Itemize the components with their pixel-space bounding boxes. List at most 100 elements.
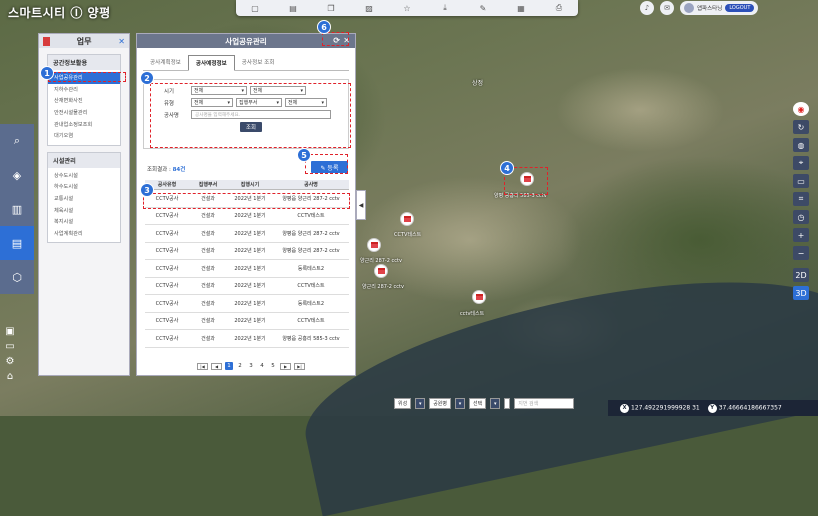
page-3[interactable]: 3 — [247, 362, 255, 370]
prev-page-button[interactable]: ◀ — [211, 362, 222, 370]
highlight-refresh-button — [322, 32, 349, 46]
chat-icon[interactable]: ✉ — [660, 1, 674, 15]
first-page-button[interactable]: |◀ — [197, 362, 208, 370]
layer-select[interactable]: 공원병 — [429, 398, 452, 409]
tab-schedule-info[interactable]: 공사예정정보 — [187, 55, 235, 71]
last-page-button[interactable]: ▶| — [294, 362, 305, 370]
menu-item[interactable]: 관내업소정보조회 — [48, 118, 120, 130]
edit-icon[interactable]: ✎ — [473, 4, 493, 13]
menu-item[interactable]: 체육시설 — [48, 204, 120, 216]
left-nav: ⌕ ◈ ▥ ▤ ⬡ — [0, 124, 34, 294]
map-type-select[interactable]: 위성 — [394, 398, 412, 409]
user-menu[interactable]: 앱파스타닝 LOGOUT — [680, 1, 759, 15]
map-type-toggle[interactable]: ▾ — [415, 398, 426, 409]
column-header[interactable]: 집행시기 — [227, 181, 273, 188]
section-title: 시설관리 — [48, 152, 120, 168]
bell-icon[interactable]: ♪ — [640, 1, 654, 15]
table-row[interactable]: CCTV공사 건설과 2022년 1분기 CCTV테스트 — [145, 208, 349, 225]
menu-item[interactable]: 복지시설 — [48, 216, 120, 228]
page-5[interactable]: 5 — [269, 362, 277, 370]
highlight-search-filters — [150, 83, 351, 148]
measure-icon[interactable]: ⌖ — [793, 156, 809, 170]
menu-item[interactable]: 사업계획관리 — [48, 228, 120, 240]
page-2[interactable]: 2 — [236, 362, 244, 370]
calendar-icon[interactable] — [367, 238, 381, 252]
tab-query[interactable]: 공사정보 조회 — [235, 55, 282, 70]
copy-icon[interactable]: ❐ — [321, 4, 341, 13]
column-header[interactable]: 집행부서 — [189, 181, 227, 188]
table-row[interactable]: CCTV공사 건설과 2022년 1분기 CCTV테스트 — [145, 313, 349, 330]
checkbox[interactable] — [504, 398, 511, 409]
menu-item[interactable]: 지하수관리 — [48, 84, 120, 96]
page-4[interactable]: 4 — [258, 362, 266, 370]
marker-label: CCTV테스트 — [394, 232, 422, 238]
table-cell: CCTV공사 — [155, 318, 179, 325]
area-icon[interactable]: ⌗ — [793, 192, 809, 206]
table-cell: 건설과 — [201, 213, 215, 220]
panel-title: 사업공유관리 — [225, 36, 267, 46]
zoom-out-icon[interactable]: − — [793, 246, 809, 260]
mode-3d-button[interactable]: 3D — [793, 286, 809, 300]
menu-item[interactable]: 하수도시설 — [48, 181, 120, 193]
globe-icon[interactable]: ◍ — [793, 138, 809, 152]
calendar-icon[interactable] — [374, 264, 388, 278]
table-row[interactable]: CCTV공사 건설과 2022년 1분기 등록테스트2 — [145, 295, 349, 313]
cube-icon[interactable]: ⬡ — [0, 260, 34, 294]
table-row[interactable]: CCTV공사 건설과 2022년 1분기 양평읍 공흥리 585-3 cctv — [145, 330, 349, 348]
layer-toggle[interactable]: ▾ — [455, 398, 466, 409]
page-1[interactable]: 1 — [225, 362, 233, 370]
compass-icon[interactable]: ◉ — [793, 102, 809, 116]
menu-item[interactable]: 산재변화사진 — [48, 95, 120, 107]
plugin-icon[interactable]: ⌂ — [7, 371, 13, 382]
image-icon[interactable]: ▨ — [359, 4, 379, 13]
menu-item[interactable]: 대기오염 — [48, 130, 120, 142]
clipboard-icon[interactable]: ▣ — [5, 326, 14, 337]
download-icon[interactable]: ⤓ — [435, 3, 455, 13]
collapse-panel-button[interactable]: ◀ — [356, 190, 366, 220]
search-icon[interactable]: ⌕ — [0, 124, 34, 158]
next-page-button[interactable]: ▶ — [280, 362, 291, 370]
table-header: 공사유형 집행부서 집행시기 공사명 — [145, 180, 349, 190]
address-search-input[interactable]: 지번 검색 — [514, 398, 575, 409]
zoom-in-icon[interactable]: + — [793, 228, 809, 242]
clock-icon[interactable]: ◷ — [793, 210, 809, 224]
calendar-icon[interactable] — [472, 290, 486, 304]
left-bottom-tools: ▣ ▭ ⚙ ⌂ — [0, 326, 20, 414]
document-icon[interactable]: ▢ — [245, 4, 265, 13]
table-row[interactable]: CCTV공사 건설과 2022년 1분기 CCTV테스트 — [145, 278, 349, 295]
selection-toggle[interactable]: ▾ — [490, 398, 501, 409]
menu-item[interactable]: 안전시설물관리 — [48, 107, 120, 119]
table-row[interactable]: CCTV공사 건설과 2022년 1분기 양평읍 양근리 287-2 cctv — [145, 225, 349, 243]
table-cell: 등록테스트2 — [297, 265, 325, 272]
marker-label: cctv테스트 — [460, 311, 485, 317]
book-icon[interactable]: ▦ — [511, 4, 531, 13]
avatar — [684, 3, 694, 13]
tab-plan-info[interactable]: 공사계획정보 — [143, 55, 188, 70]
menu-item[interactable]: 상수도시설 — [48, 170, 120, 182]
table-cell: 2022년 1분기 — [234, 335, 266, 342]
table-row[interactable]: CCTV공사 건설과 2022년 1분기 등록테스트2 — [145, 260, 349, 278]
star-icon[interactable]: ☆ — [397, 4, 417, 13]
highlight-menu-item — [48, 72, 126, 82]
column-header[interactable]: 공사명 — [273, 181, 349, 188]
selection-select[interactable]: 선택 — [469, 398, 487, 409]
close-icon[interactable]: ✕ — [118, 37, 125, 46]
map-icon[interactable]: ▥ — [0, 192, 34, 226]
ruler-icon[interactable]: ▭ — [793, 174, 809, 188]
file-icon[interactable]: ▤ — [283, 4, 303, 13]
highlight-table-row — [143, 193, 350, 209]
step-badge: 3 — [140, 183, 154, 197]
mode-2d-button[interactable]: 2D — [793, 268, 809, 282]
pagination: |◀ ◀ 1 2 3 4 5 ▶ ▶| — [197, 362, 305, 370]
settings-icon[interactable]: ⚙ — [6, 356, 15, 367]
print-icon[interactable]: ⎙ — [549, 3, 569, 13]
layers-icon[interactable]: ◈ — [0, 158, 34, 192]
table-row[interactable]: CCTV공사 건설과 2022년 1분기 양평읍 양근리 287-2 cctv — [145, 243, 349, 260]
table-cell: CCTV공사 — [155, 230, 179, 237]
monitor-icon[interactable]: ▭ — [5, 341, 14, 352]
document-icon[interactable]: ▤ — [0, 226, 34, 260]
logout-button[interactable]: LOGOUT — [725, 4, 755, 12]
refresh-icon[interactable]: ↻ — [793, 120, 809, 134]
calendar-icon[interactable] — [400, 212, 414, 226]
menu-item[interactable]: 교통시설 — [48, 193, 120, 205]
